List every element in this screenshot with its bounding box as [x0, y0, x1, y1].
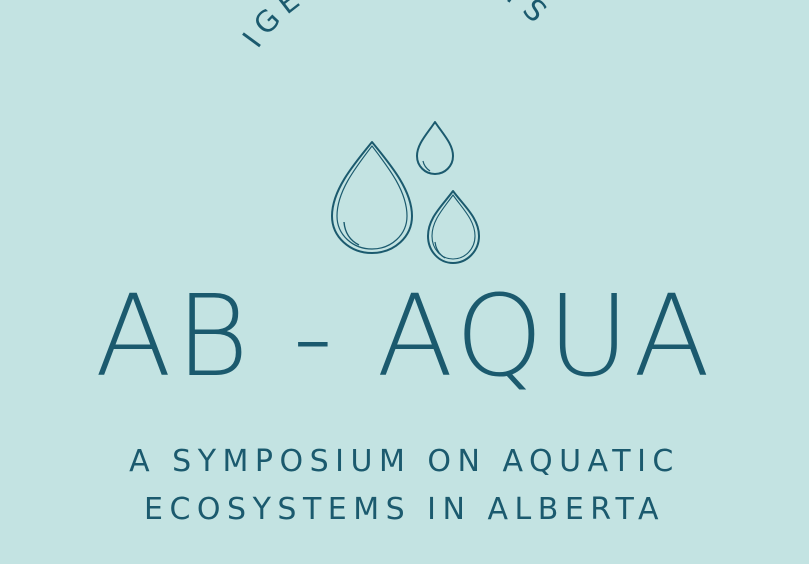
- water-drop-small-icon: [416, 121, 454, 175]
- water-drops: [331, 121, 480, 264]
- presenter-text-path: IGEM PRESENTS: [236, 0, 552, 54]
- event-subtitle-line-2: ECOSYSTEMS IN ALBERTA: [144, 492, 665, 527]
- event-title: AB - AQUA: [95, 272, 714, 402]
- poster: IGEM PRESENTS AB - AQUA A SYMPOSIUM ON A…: [0, 0, 809, 564]
- water-drop-large-icon: [331, 141, 413, 254]
- event-subtitle-line-1: A SYMPOSIUM ON AQUATIC: [129, 444, 680, 479]
- water-drop-medium-icon: [427, 190, 480, 264]
- presenter-text: IGEM PRESENTS: [236, 0, 559, 54]
